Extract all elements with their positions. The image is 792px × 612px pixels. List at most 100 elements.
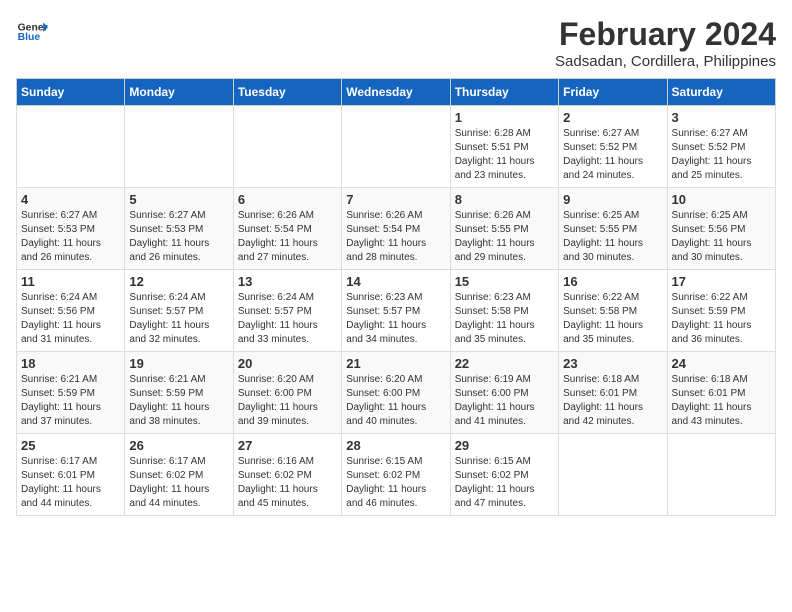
calendar-cell: 12 Sunrise: 6:24 AMSunset: 5:57 PMDayligh… — [125, 270, 233, 352]
day-info: Sunrise: 6:27 AMSunset: 5:52 PMDaylight:… — [563, 127, 662, 183]
day-info: Sunrise: 6:21 AMSunset: 5:59 PMDaylight:… — [129, 373, 228, 429]
calendar-cell: 28 Sunrise: 6:15 AMSunset: 6:02 PMDayligh… — [342, 434, 450, 516]
day-number: 25 — [21, 438, 120, 453]
day-info: Sunrise: 6:20 AMSunset: 6:00 PMDaylight:… — [238, 373, 337, 429]
weekday-header-tuesday: Tuesday — [233, 79, 341, 106]
calendar-cell: 26 Sunrise: 6:17 AMSunset: 6:02 PMDayligh… — [125, 434, 233, 516]
calendar-cell: 4 Sunrise: 6:27 AMSunset: 5:53 PMDaylight… — [17, 188, 125, 270]
calendar-cell: 23 Sunrise: 6:18 AMSunset: 6:01 PMDayligh… — [559, 352, 667, 434]
day-info: Sunrise: 6:21 AMSunset: 5:59 PMDaylight:… — [21, 373, 120, 429]
day-number: 3 — [672, 110, 771, 125]
day-info: Sunrise: 6:26 AMSunset: 5:55 PMDaylight:… — [455, 209, 554, 265]
title-block: February 2024 Sadsadan, Cordillera, Phil… — [555, 16, 776, 70]
day-info: Sunrise: 6:27 AMSunset: 5:53 PMDaylight:… — [21, 209, 120, 265]
day-number: 17 — [672, 274, 771, 289]
day-number: 26 — [129, 438, 228, 453]
day-number: 18 — [21, 356, 120, 371]
calendar-week-row: 1 Sunrise: 6:28 AMSunset: 5:51 PMDaylight… — [17, 106, 776, 188]
calendar-cell — [233, 106, 341, 188]
day-number: 5 — [129, 192, 228, 207]
day-info: Sunrise: 6:28 AMSunset: 5:51 PMDaylight:… — [455, 127, 554, 183]
day-info: Sunrise: 6:24 AMSunset: 5:56 PMDaylight:… — [21, 291, 120, 347]
calendar-week-row: 4 Sunrise: 6:27 AMSunset: 5:53 PMDaylight… — [17, 188, 776, 270]
day-info: Sunrise: 6:19 AMSunset: 6:00 PMDaylight:… — [455, 373, 554, 429]
day-number: 13 — [238, 274, 337, 289]
day-number: 8 — [455, 192, 554, 207]
day-number: 24 — [672, 356, 771, 371]
calendar-cell — [559, 434, 667, 516]
day-info: Sunrise: 6:22 AMSunset: 5:59 PMDaylight:… — [672, 291, 771, 347]
day-info: Sunrise: 6:26 AMSunset: 5:54 PMDaylight:… — [238, 209, 337, 265]
calendar-table: SundayMondayTuesdayWednesdayThursdayFrid… — [16, 78, 776, 516]
calendar-cell: 22 Sunrise: 6:19 AMSunset: 6:00 PMDayligh… — [450, 352, 558, 434]
day-number: 21 — [346, 356, 445, 371]
day-info: Sunrise: 6:20 AMSunset: 6:00 PMDaylight:… — [346, 373, 445, 429]
day-number: 9 — [563, 192, 662, 207]
day-info: Sunrise: 6:15 AMSunset: 6:02 PMDaylight:… — [346, 455, 445, 511]
calendar-cell: 19 Sunrise: 6:21 AMSunset: 5:59 PMDayligh… — [125, 352, 233, 434]
day-info: Sunrise: 6:15 AMSunset: 6:02 PMDaylight:… — [455, 455, 554, 511]
day-info: Sunrise: 6:16 AMSunset: 6:02 PMDaylight:… — [238, 455, 337, 511]
calendar-cell: 5Sunrise: 6:27 AMSunset: 5:53 PMDaylight… — [125, 188, 233, 270]
calendar-cell: 13 Sunrise: 6:24 AMSunset: 5:57 PMDayligh… — [233, 270, 341, 352]
day-number: 10 — [672, 192, 771, 207]
calendar-cell: 17 Sunrise: 6:22 AMSunset: 5:59 PMDayligh… — [667, 270, 775, 352]
day-number: 14 — [346, 274, 445, 289]
calendar-cell — [17, 106, 125, 188]
day-number: 23 — [563, 356, 662, 371]
day-info: Sunrise: 6:26 AMSunset: 5:54 PMDaylight:… — [346, 209, 445, 265]
calendar-cell: 7Sunrise: 6:26 AMSunset: 5:54 PMDaylight… — [342, 188, 450, 270]
day-number: 19 — [129, 356, 228, 371]
calendar-week-row: 11Sunrise: 6:24 AMSunset: 5:56 PMDayligh… — [17, 270, 776, 352]
day-number: 28 — [346, 438, 445, 453]
day-number: 29 — [455, 438, 554, 453]
calendar-cell: 20 Sunrise: 6:20 AMSunset: 6:00 PMDayligh… — [233, 352, 341, 434]
day-info: Sunrise: 6:25 AMSunset: 5:55 PMDaylight:… — [563, 209, 662, 265]
calendar-week-row: 25 Sunrise: 6:17 AMSunset: 6:01 PMDayligh… — [17, 434, 776, 516]
calendar-week-row: 18 Sunrise: 6:21 AMSunset: 5:59 PMDayligh… — [17, 352, 776, 434]
day-number: 4 — [21, 192, 120, 207]
day-info: Sunrise: 6:22 AMSunset: 5:58 PMDaylight:… — [563, 291, 662, 347]
day-number: 12 — [129, 274, 228, 289]
day-number: 22 — [455, 356, 554, 371]
day-info: Sunrise: 6:17 AMSunset: 6:02 PMDaylight:… — [129, 455, 228, 511]
day-number: 2 — [563, 110, 662, 125]
svg-text:Blue: Blue — [18, 32, 41, 43]
logo-icon: General Blue — [16, 16, 48, 48]
weekday-header-saturday: Saturday — [667, 79, 775, 106]
day-info: Sunrise: 6:23 AMSunset: 5:57 PMDaylight:… — [346, 291, 445, 347]
day-info: Sunrise: 6:24 AMSunset: 5:57 PMDaylight:… — [129, 291, 228, 347]
subtitle: Sadsadan, Cordillera, Philippines — [555, 53, 776, 70]
calendar-cell: 29 Sunrise: 6:15 AMSunset: 6:02 PMDayligh… — [450, 434, 558, 516]
calendar-cell: 1 Sunrise: 6:28 AMSunset: 5:51 PMDaylight… — [450, 106, 558, 188]
calendar-cell — [667, 434, 775, 516]
day-info: Sunrise: 6:25 AMSunset: 5:56 PMDaylight:… — [672, 209, 771, 265]
day-info: Sunrise: 6:17 AMSunset: 6:01 PMDaylight:… — [21, 455, 120, 511]
calendar-cell — [342, 106, 450, 188]
calendar-cell — [125, 106, 233, 188]
day-number: 20 — [238, 356, 337, 371]
day-number: 27 — [238, 438, 337, 453]
calendar-cell: 8 Sunrise: 6:26 AMSunset: 5:55 PMDaylight… — [450, 188, 558, 270]
day-info: Sunrise: 6:18 AMSunset: 6:01 PMDaylight:… — [563, 373, 662, 429]
calendar-cell: 6Sunrise: 6:26 AMSunset: 5:54 PMDaylight… — [233, 188, 341, 270]
calendar-cell: 3 Sunrise: 6:27 AMSunset: 5:52 PMDaylight… — [667, 106, 775, 188]
day-number: 16 — [563, 274, 662, 289]
main-title: February 2024 — [555, 16, 776, 53]
calendar-cell: 9 Sunrise: 6:25 AMSunset: 5:55 PMDaylight… — [559, 188, 667, 270]
weekday-header-thursday: Thursday — [450, 79, 558, 106]
calendar-cell: 2 Sunrise: 6:27 AMSunset: 5:52 PMDaylight… — [559, 106, 667, 188]
calendar-cell: 14 Sunrise: 6:23 AMSunset: 5:57 PMDayligh… — [342, 270, 450, 352]
day-info: Sunrise: 6:23 AMSunset: 5:58 PMDaylight:… — [455, 291, 554, 347]
day-number: 1 — [455, 110, 554, 125]
calendar-cell: 16 Sunrise: 6:22 AMSunset: 5:58 PMDayligh… — [559, 270, 667, 352]
logo: General Blue — [16, 16, 48, 48]
calendar-cell: 25 Sunrise: 6:17 AMSunset: 6:01 PMDayligh… — [17, 434, 125, 516]
day-info: Sunrise: 6:24 AMSunset: 5:57 PMDaylight:… — [238, 291, 337, 347]
weekday-header-sunday: Sunday — [17, 79, 125, 106]
day-info: Sunrise: 6:27 AMSunset: 5:52 PMDaylight:… — [672, 127, 771, 183]
weekday-header-friday: Friday — [559, 79, 667, 106]
day-info: Sunrise: 6:18 AMSunset: 6:01 PMDaylight:… — [672, 373, 771, 429]
calendar-cell: 11Sunrise: 6:24 AMSunset: 5:56 PMDayligh… — [17, 270, 125, 352]
calendar-cell: 18 Sunrise: 6:21 AMSunset: 5:59 PMDayligh… — [17, 352, 125, 434]
